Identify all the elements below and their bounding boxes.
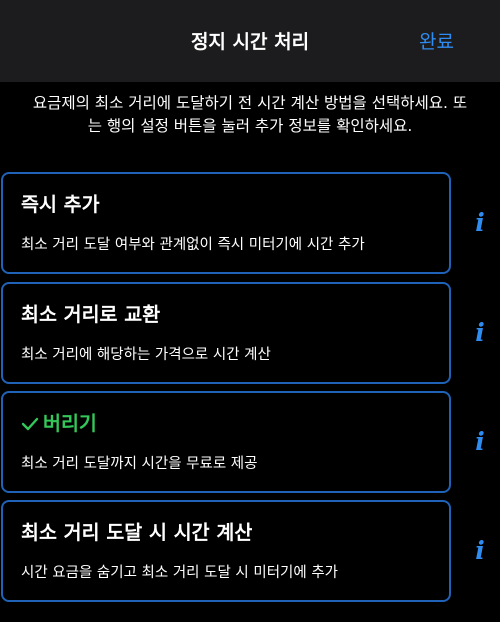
info-icon: i [475, 318, 485, 347]
option-subtitle: 최소 거리 도달 여부와 관계없이 즉시 미터기에 시간 추가 [21, 237, 365, 253]
info-icon: i [475, 208, 485, 237]
option-subtitle: 최소 거리 도달까지 시간을 무료로 제공 [21, 456, 258, 472]
info-button-count-at-min-distance[interactable]: i [466, 535, 494, 567]
option-title: 버리기 [21, 407, 97, 436]
option-subtitle: 시간 요금을 숨기고 최소 거리 도달 시 미터기에 추가 [21, 565, 339, 581]
info-icon: i [475, 536, 485, 565]
option-row-add-immediately[interactable]: 즉시 추가 최소 거리 도달 여부와 관계없이 즉시 미터기에 시간 추가 [1, 172, 451, 274]
info-button-add-immediately[interactable]: i [466, 207, 494, 239]
option-row-exchange-min-distance[interactable]: 최소 거리로 교환 최소 거리에 해당하는 가격으로 시간 계산 [1, 282, 451, 384]
info-icon: i [475, 427, 485, 456]
checkmark-icon [21, 417, 39, 431]
info-button-exchange-min-distance[interactable]: i [466, 317, 494, 349]
option-title: 즉시 추가 [21, 193, 100, 216]
option-title: 최소 거리 도달 시 시간 계산 [21, 521, 253, 544]
option-title: 최소 거리로 교환 [21, 303, 161, 326]
info-button-discard[interactable]: i [466, 426, 494, 458]
option-row-discard[interactable]: 버리기 최소 거리 도달까지 시간을 무료로 제공 [1, 391, 451, 493]
done-button[interactable]: 완료 [419, 0, 454, 82]
option-row-count-at-min-distance[interactable]: 최소 거리 도달 시 시간 계산 시간 요금을 숨기고 최소 거리 도달 시 미… [1, 500, 451, 602]
navigation-bar: 정지 시간 처리 완료 [0, 0, 500, 82]
option-subtitle: 최소 거리에 해당하는 가격으로 시간 계산 [21, 347, 271, 363]
description-text: 요금제의 최소 거리에 도달하기 전 시간 계산 방법을 선택하세요. 또는 행… [32, 94, 468, 135]
